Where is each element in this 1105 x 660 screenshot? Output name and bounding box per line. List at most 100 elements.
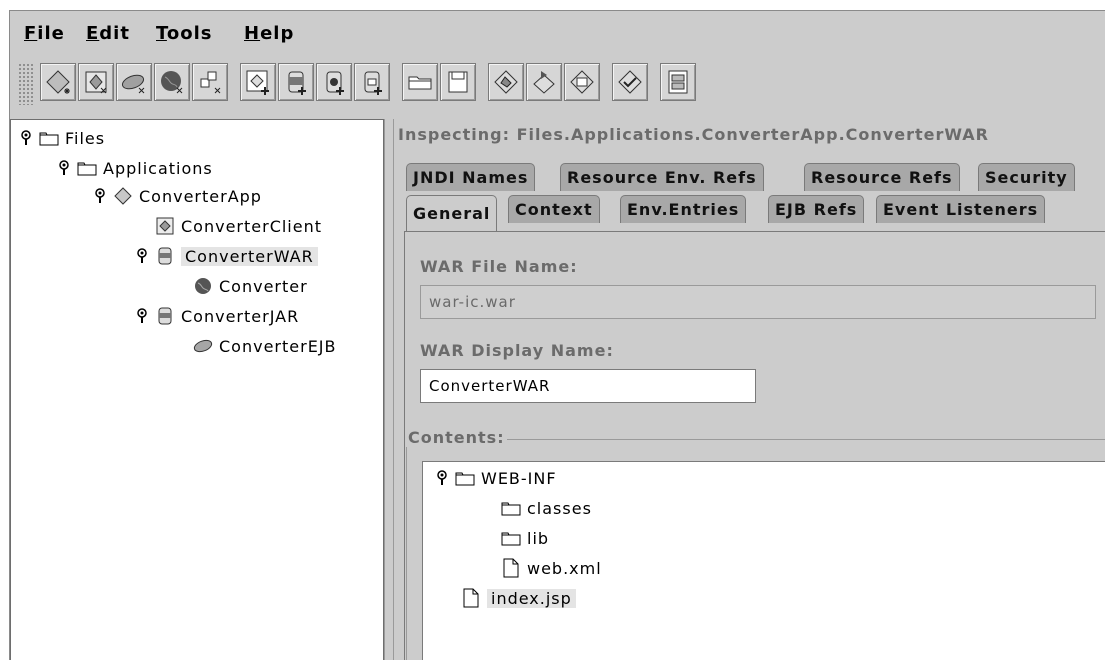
tab-env-entries[interactable]: Env.Entries [620,195,747,223]
tree-node-web-xml[interactable]: web.xml [501,556,602,580]
expand-handle-icon[interactable] [435,469,449,487]
tree-node-files[interactable]: Files [19,126,105,150]
deploy-icon [533,71,555,94]
menu-file-mnemonic: F [24,23,38,44]
new-enterprise-bean-button[interactable] [116,63,152,101]
folder-icon [455,468,475,488]
folder-icon [39,128,59,148]
verify-button[interactable] [612,63,648,101]
add-jar-button[interactable] [316,63,352,101]
new-connector-icon [200,71,221,94]
war-jar-icon [155,306,175,326]
new-application-icon [46,70,70,94]
folder-icon [501,498,521,518]
tree-node-lib[interactable]: lib [501,526,549,550]
open-button[interactable] [402,63,438,101]
menu-edit-label: dit [99,23,130,44]
expand-handle-icon[interactable] [93,187,107,205]
save-button[interactable] [440,63,476,101]
tree-node-index-jsp[interactable]: index.jsp [461,586,576,610]
server-config-button[interactable] [660,63,696,101]
tree-node-applications[interactable]: Applications [57,156,213,180]
add-jar-icon [326,71,344,95]
tree-label-lib: lib [527,528,550,548]
tab-general[interactable]: General [406,195,498,231]
expand-handle-icon[interactable] [135,247,149,265]
contents-label: Contents: [406,428,507,447]
new-enterprise-bean-icon [121,74,145,94]
enterprise-bean-icon [193,336,213,356]
menu-edit-mnemonic: E [86,23,100,44]
undeploy-button[interactable] [564,63,600,101]
contents-tree[interactable]: WEB-INF classes lib web.xml index.jsp [422,461,1105,660]
menu-tools-label: ools [166,23,213,44]
tree-label-web-inf: WEB-INF [481,468,557,488]
tree-node-converterwar[interactable]: ConverterWAR [135,244,318,268]
menu-tools-mnemonic: T [156,23,167,44]
tree-node-converterejb[interactable]: ConverterEJB [193,334,337,358]
toolbar [10,55,1105,119]
update-icon [494,70,518,94]
tree-node-classes[interactable]: classes [501,496,592,520]
toolbar-grip[interactable] [18,63,34,105]
add-rar-button[interactable] [354,63,390,101]
tree-label-converterclient: ConverterClient [181,216,323,236]
tab-event-listeners[interactable]: Event Listeners [876,195,1046,223]
menu-help[interactable]: Help [244,23,294,44]
tab-resource-refs[interactable]: Resource Refs [804,163,960,191]
add-to-application-icon [246,70,269,95]
menu-tools[interactable]: Tools [156,23,213,44]
new-application-client-button[interactable] [78,63,114,101]
tree-label-classes: classes [527,498,592,518]
save-icon [448,71,468,93]
tree-node-web-inf[interactable]: WEB-INF [435,466,557,490]
tree-node-converter[interactable]: Converter [193,274,308,298]
add-rar-icon [364,71,382,95]
new-connector-button[interactable] [192,63,228,101]
tab-resource-env-refs[interactable]: Resource Env. Refs [560,163,764,191]
expand-handle-icon[interactable] [19,129,33,147]
war-jar-icon [155,246,175,266]
war-display-name-input[interactable]: ConverterWAR [420,369,756,403]
new-application-client-icon [85,71,107,94]
add-war-button[interactable] [278,63,314,101]
menu-help-mnemonic: H [244,23,261,44]
folder-icon [501,528,521,548]
folder-icon [77,158,97,178]
menu-help-label: elp [260,23,295,44]
expand-handle-icon[interactable] [57,159,71,177]
add-to-application-button[interactable] [240,63,276,101]
new-web-component-button[interactable] [154,63,190,101]
menu-file[interactable]: File [24,23,65,44]
application-icon [113,186,133,206]
tree-label-files: Files [65,128,106,148]
tree-label-converterejb: ConverterEJB [219,336,337,356]
tree-node-converterapp[interactable]: ConverterApp [93,184,262,208]
deploy-button[interactable] [526,63,562,101]
tree-label-web-xml: web.xml [527,558,602,578]
tab-context[interactable]: Context [508,195,600,223]
tree-label-converter: Converter [219,276,308,296]
new-web-component-icon [161,71,183,94]
tree-node-converterjar[interactable]: ConverterJAR [135,304,299,328]
update-button[interactable] [488,63,524,101]
tree-node-converterclient[interactable]: ConverterClient [155,214,322,238]
menu-edit[interactable]: Edit [86,23,130,44]
split-pane-divider[interactable] [384,119,394,660]
deploytool-window: File Edit Tools Help Files Applications … [9,10,1105,660]
expand-handle-icon[interactable] [135,307,149,325]
tree-label-converterjar: ConverterJAR [181,306,300,326]
inspector-panel: Inspecting: Files.Applications.Converter… [394,119,1105,660]
tree-label-index-jsp: index.jsp [487,588,576,608]
server-config-icon [668,70,688,94]
files-tree-panel[interactable]: Files Applications ConverterApp Converte… [10,119,384,660]
tab-jndi-names[interactable]: JNDI Names [406,163,536,191]
menu-file-label: ile [37,23,65,44]
tab-ejb-refs[interactable]: EJB Refs [768,195,865,223]
new-application-button[interactable] [40,63,76,101]
tab-security[interactable]: Security [978,163,1075,191]
inspector-title: Inspecting: Files.Applications.Converter… [398,125,989,144]
web-component-icon [193,276,213,296]
tree-label-converterwar: ConverterWAR [181,246,318,266]
add-war-icon [288,71,306,95]
